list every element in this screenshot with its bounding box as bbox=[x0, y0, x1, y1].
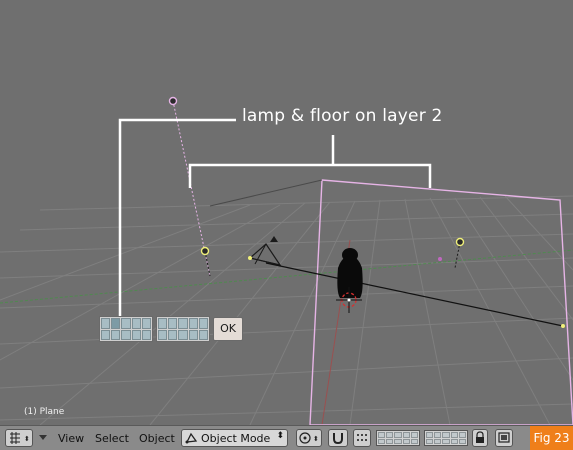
camera-direction-line bbox=[265, 262, 564, 327]
grid-icon: ⬍ bbox=[10, 432, 30, 444]
active-object-label: (1) Plane bbox=[24, 407, 65, 417]
ok-button[interactable]: OK bbox=[213, 317, 243, 341]
small-dot bbox=[438, 257, 442, 261]
render-button[interactable] bbox=[495, 429, 513, 447]
3d-viewport[interactable]: lamp & floor on layer 2 (1) Plane OK bbox=[0, 0, 573, 425]
line-end-point bbox=[561, 324, 565, 328]
layer-20-button[interactable] bbox=[198, 329, 208, 340]
layer-5-button[interactable] bbox=[141, 318, 151, 329]
dark-object[interactable] bbox=[337, 248, 363, 298]
x-axis-line bbox=[0, 249, 573, 304]
view-menu-arrow-icon[interactable] bbox=[38, 434, 48, 442]
lamp-1-icon[interactable] bbox=[168, 96, 178, 106]
annotation-text: lamp & floor on layer 2 bbox=[242, 106, 443, 126]
layer-9-button[interactable] bbox=[188, 318, 198, 329]
layer-18-button[interactable] bbox=[178, 329, 188, 340]
floor-plane-edge bbox=[209, 179, 323, 207]
figure-badge: Fig 23 bbox=[530, 426, 573, 450]
layer-6-button[interactable] bbox=[158, 318, 168, 329]
layer-16-button[interactable] bbox=[158, 329, 168, 340]
editor-type-button[interactable]: ⬍ bbox=[5, 429, 33, 447]
layer-17-button[interactable] bbox=[168, 329, 178, 340]
camera-icon[interactable] bbox=[248, 236, 282, 266]
svg-text:⬍: ⬍ bbox=[24, 435, 30, 443]
layer-12-button[interactable] bbox=[111, 329, 121, 340]
lamp-2-icon[interactable] bbox=[200, 246, 210, 256]
layer-3-button[interactable] bbox=[121, 318, 131, 329]
layer-popup: OK bbox=[99, 314, 247, 344]
pivot-button[interactable]: ⬍ bbox=[296, 429, 322, 447]
layer-7-button[interactable] bbox=[168, 318, 178, 329]
lock-icon bbox=[476, 431, 484, 443]
lamp-3-icon[interactable] bbox=[455, 237, 465, 247]
lock-layers-button[interactable] bbox=[472, 429, 488, 447]
render-icon bbox=[498, 432, 510, 443]
menu-view[interactable]: View bbox=[58, 432, 84, 445]
layer-block-1[interactable] bbox=[99, 316, 153, 342]
layer-1-button[interactable] bbox=[101, 318, 111, 329]
menu-select[interactable]: Select bbox=[95, 432, 129, 445]
layer-13-button[interactable] bbox=[121, 329, 131, 340]
layers-grid-icon bbox=[357, 434, 367, 441]
layer-2-button[interactable] bbox=[111, 318, 121, 329]
snap-button[interactable] bbox=[328, 429, 348, 447]
pivot-icon: ⬍ bbox=[299, 432, 319, 444]
snap-target-button[interactable] bbox=[353, 429, 371, 447]
layer-19-button[interactable] bbox=[188, 329, 198, 340]
object-mode-icon bbox=[185, 432, 198, 444]
layer-11-button[interactable] bbox=[101, 329, 111, 340]
menu-object[interactable]: Object bbox=[139, 432, 175, 445]
svg-text:⬍: ⬍ bbox=[313, 435, 319, 443]
layer-10-button[interactable] bbox=[198, 318, 208, 329]
mode-select-label: Object Mode bbox=[201, 432, 271, 445]
blender-window: lamp & floor on layer 2 (1) Plane OK ⬍ V… bbox=[0, 0, 573, 450]
header-layers-1[interactable] bbox=[376, 430, 420, 446]
layer-14-button[interactable] bbox=[131, 329, 141, 340]
mode-select-arrow-icon: ⬍ bbox=[276, 431, 284, 441]
snap-magnet-icon bbox=[333, 433, 343, 445]
3d-view-header: ⬍ View Select Object Object Mode ⬍ ⬍ bbox=[0, 425, 573, 450]
layer-15-button[interactable] bbox=[141, 329, 151, 340]
layer-4-button[interactable] bbox=[131, 318, 141, 329]
header-layers-2[interactable] bbox=[424, 430, 468, 446]
viewport-scene bbox=[0, 96, 573, 425]
mode-select[interactable]: Object Mode ⬍ bbox=[181, 429, 288, 447]
layer-block-2[interactable] bbox=[156, 316, 210, 342]
layer-8-button[interactable] bbox=[178, 318, 188, 329]
